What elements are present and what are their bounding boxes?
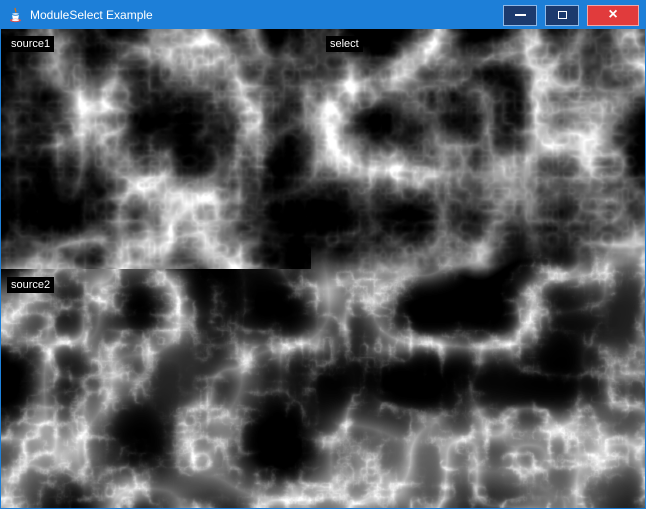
maximize-button[interactable] bbox=[545, 5, 579, 26]
java-icon bbox=[7, 7, 24, 24]
minimize-icon bbox=[515, 14, 526, 16]
source2-label: source2 bbox=[7, 277, 54, 293]
select-label: select bbox=[326, 36, 363, 52]
source1-noise-image bbox=[1, 29, 311, 269]
close-icon: × bbox=[608, 7, 617, 23]
close-button[interactable]: × bbox=[587, 5, 639, 26]
window-controls: × bbox=[503, 5, 645, 26]
window-title: ModuleSelect Example bbox=[30, 8, 153, 22]
client-area: source1 select source2 bbox=[1, 29, 645, 508]
source2-noise-image bbox=[1, 269, 311, 508]
app-window: ModuleSelect Example × source1 select so… bbox=[0, 0, 646, 509]
maximize-icon bbox=[558, 11, 567, 19]
titlebar[interactable]: ModuleSelect Example × bbox=[1, 1, 645, 29]
minimize-button[interactable] bbox=[503, 5, 537, 26]
source1-label: source1 bbox=[7, 36, 54, 52]
